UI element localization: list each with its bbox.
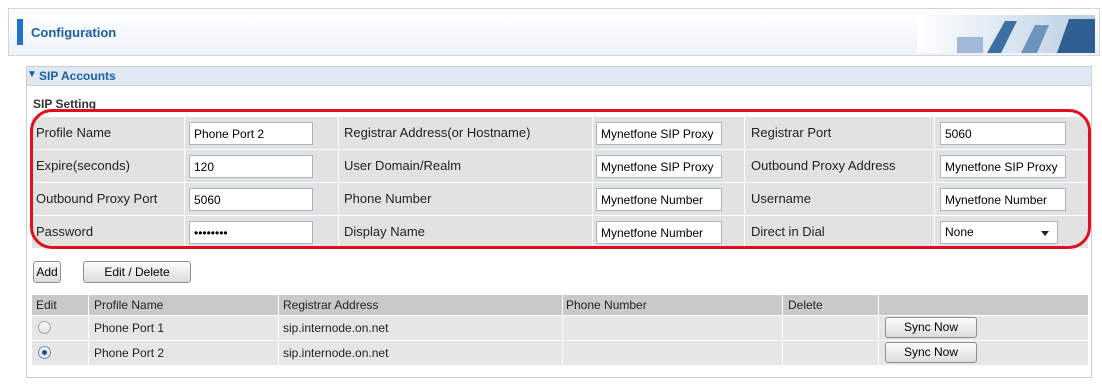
outbound-proxy-port-label: Outbound Proxy Port [36,191,158,206]
collapse-triangle-icon[interactable]: ▼ [27,69,37,80]
col-header-profile-name: Profile Name [94,298,164,312]
page-header: Configuration [8,8,1100,56]
direct-in-dial-value: None [945,225,974,239]
settings-row: Expire(seconds) User Domain/Realm Outbou… [32,150,1088,182]
outbound-proxy-port-input[interactable] [189,188,313,211]
user-domain-input[interactable] [596,155,722,178]
phone-number-input[interactable] [596,188,722,211]
section-title: SIP Accounts [39,69,116,83]
col-header-delete: Delete [788,298,823,312]
row-profile-name: Phone Port 1 [94,321,165,335]
display-name-input[interactable] [596,221,722,244]
add-button[interactable]: Add [33,261,61,283]
header-banner-graphic [917,15,1095,53]
sip-setting-title: SIP Setting [33,97,97,111]
phone-number-label: Phone Number [344,191,432,206]
display-name-label: Display Name [344,224,425,239]
header-accent-bar [17,19,23,45]
settings-row: Profile Name Registrar Address(or Hostna… [32,117,1088,149]
sip-accounts-header[interactable]: ▼ SIP Accounts [27,67,1091,86]
password-label: Password [36,224,94,239]
row-profile-name: Phone Port 2 [94,346,165,360]
sync-now-button[interactable]: Sync Now [885,317,977,338]
table-header-row: Edit Profile Name Registrar Address Phon… [32,295,1088,315]
username-input[interactable] [940,188,1066,211]
edit-delete-button[interactable]: Edit / Delete [83,261,191,283]
registrar-port-label: Registrar Port [751,125,832,140]
settings-row: Password Display Name Direct in Dial Non… [32,216,1088,248]
direct-in-dial-select[interactable]: None [940,221,1058,244]
row-select-radio[interactable] [38,321,51,334]
direct-in-dial-label: Direct in Dial [751,224,825,239]
profile-name-label: Profile Name [36,125,112,140]
table-row: Phone Port 2 sip.internode.on.net Sync N… [32,341,1088,365]
table-row: Phone Port 1 sip.internode.on.net Sync N… [32,316,1088,340]
settings-row: Outbound Proxy Port Phone Number Usernam… [32,183,1088,215]
profile-name-input[interactable] [189,122,313,145]
username-label: Username [751,191,811,206]
chevron-down-icon [1041,231,1049,236]
outbound-proxy-address-input[interactable] [940,155,1066,178]
row-registrar-address: sip.internode.on.net [283,346,389,360]
expire-input[interactable] [189,155,313,178]
row-registrar-address: sip.internode.on.net [283,321,389,335]
registrar-port-input[interactable] [940,122,1066,145]
password-input[interactable] [189,221,313,244]
page-title: Configuration [31,25,117,40]
row-select-radio[interactable] [38,346,51,359]
col-header-edit: Edit [36,298,57,312]
registrar-address-label: Registrar Address(or Hostname) [344,125,531,140]
sip-accounts-panel: ▼ SIP Accounts SIP Setting Profile Name … [26,66,1092,378]
col-header-phone-number: Phone Number [566,298,647,312]
user-domain-label: User Domain/Realm [344,158,462,173]
registrar-address-input[interactable] [596,122,722,145]
sync-now-button[interactable]: Sync Now [885,342,977,363]
expire-label: Expire(seconds) [36,158,130,173]
col-header-registrar-address: Registrar Address [283,298,379,312]
outbound-proxy-address-label: Outbound Proxy Address [751,158,896,173]
